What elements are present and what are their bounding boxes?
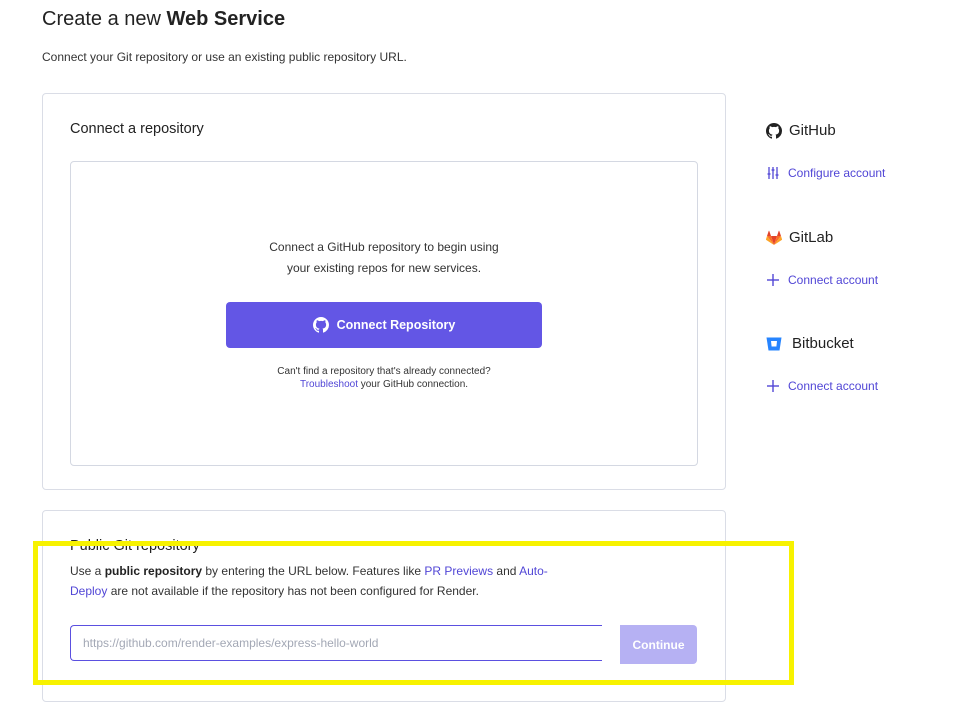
continue-button[interactable]: Continue xyxy=(620,625,697,664)
page-subtitle: Connect your Git repository or use an ex… xyxy=(42,50,407,64)
troubleshoot-help: Can't find a repository that's already c… xyxy=(277,366,491,390)
public-repository-heading: Public Git repository xyxy=(70,538,200,554)
gitlab-icon xyxy=(766,230,782,245)
plus-icon xyxy=(767,274,779,286)
github-icon xyxy=(766,122,782,139)
provider-github: GitHub Configure account xyxy=(766,122,885,180)
public-repository-description: Use a public repository by entering the … xyxy=(70,564,548,598)
connect-description: Connect a GitHub repository to begin usi… xyxy=(269,240,499,275)
github-icon xyxy=(312,317,329,333)
connect-repository-card: Connect a repository Connect a GitHub re… xyxy=(42,93,726,490)
connect-repository-button[interactable]: Connect Repository xyxy=(226,302,542,348)
connect-repository-panel: Connect a GitHub repository to begin usi… xyxy=(70,161,698,466)
plus-icon xyxy=(767,380,779,392)
sliders-icon xyxy=(767,167,779,179)
pr-previews-link[interactable]: PR Previews xyxy=(424,564,493,578)
provider-gitlab: GitLab Connect account xyxy=(766,229,878,287)
provider-name: GitLab xyxy=(789,229,834,246)
connect-gitlab-link[interactable]: Connect account xyxy=(766,273,878,287)
repository-url-input[interactable] xyxy=(70,625,602,661)
provider-name: Bitbucket xyxy=(792,335,854,352)
public-repository-card: Public Git repository Use a public repos… xyxy=(42,510,726,702)
connect-repository-label: Connect Repository xyxy=(336,318,456,332)
configure-account-link[interactable]: Configure account xyxy=(766,166,885,180)
troubleshoot-link[interactable]: Troubleshoot xyxy=(300,379,358,390)
connect-bitbucket-link[interactable]: Connect account xyxy=(766,379,878,393)
bitbucket-icon xyxy=(766,337,782,350)
connect-repository-heading: Connect a repository xyxy=(70,121,204,137)
provider-name: GitHub xyxy=(789,122,836,139)
provider-bitbucket: Bitbucket Connect account xyxy=(766,335,878,393)
page-title: Create a new Web Service xyxy=(42,8,286,30)
